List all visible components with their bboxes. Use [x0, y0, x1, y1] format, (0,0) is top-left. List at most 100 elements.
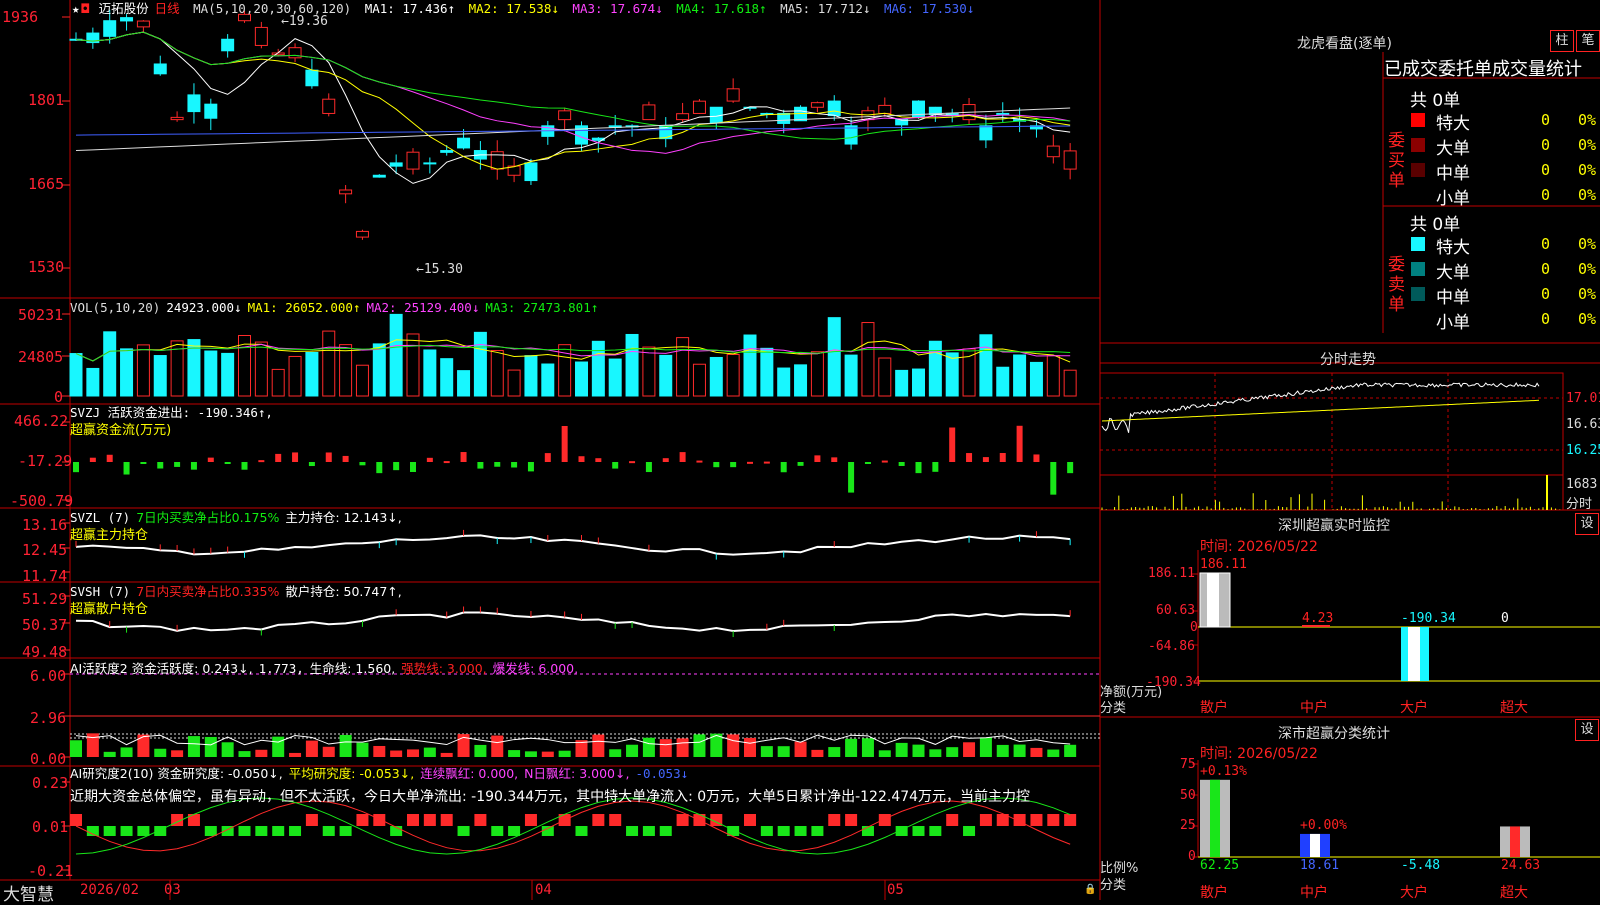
vol-bar-49: [895, 369, 909, 397]
lock-icon[interactable]: 🔒: [1084, 884, 1096, 895]
candle-body-55: [996, 112, 1010, 115]
svzj-bar-32: [612, 462, 619, 469]
date-label-4: 05: [887, 882, 904, 898]
vol-bar-21: [423, 349, 437, 397]
ai1-bar-29: [558, 750, 571, 757]
vol-value: 24923.000↓: [166, 300, 242, 315]
svzj-bar-23: [460, 452, 467, 462]
chart-canvas[interactable]: [0, 0, 1600, 900]
vol-bar-57: [1029, 361, 1043, 397]
svzj-bar-29: [561, 426, 568, 462]
vol-bar-46: [844, 354, 858, 397]
vol-bar-1: [86, 367, 100, 397]
ai2-bar-44: [811, 826, 824, 836]
ai2-bar-0: [70, 814, 82, 826]
ai1-bar-32: [609, 749, 622, 757]
ai2-bar-20: [407, 814, 419, 826]
svzj-bar-58: [1050, 462, 1057, 495]
svsh-line: [75, 611, 1071, 633]
candle-body-8: [204, 103, 218, 119]
tick-mode-button[interactable]: 笔: [1576, 30, 1600, 52]
brand-logo[interactable]: 大智慧: [3, 880, 54, 905]
ai2-bar-53: [963, 826, 976, 836]
svzl-line: [75, 534, 1071, 556]
ai1-bar-47: [861, 738, 874, 757]
ai1-bar-11: [255, 749, 268, 757]
vol-bar-50: [912, 368, 925, 397]
ai1-bar-55: [996, 744, 1009, 757]
candle-body-2: [103, 20, 117, 37]
low-price-label: ←15.30: [416, 262, 463, 277]
sz-settings-button[interactable]: 设: [1575, 513, 1599, 535]
ai1-bar-25: [491, 735, 504, 757]
ai2-bar-40: [744, 814, 756, 826]
vol-bar-48: [878, 357, 892, 397]
ai1-bar-0: [70, 740, 82, 757]
svzl-header: SVZL (7) 7日内买卖净占比0.175% 主力持仓: 12.143↓,: [70, 510, 408, 525]
svzj-bar-55: [999, 452, 1006, 462]
ai1-axis-1: 6.00: [30, 667, 67, 685]
buy-row-0-value: 0: [1541, 111, 1551, 129]
ai2-bar-27: [524, 814, 537, 826]
sell-row-3-value: 0: [1541, 310, 1551, 328]
ai2-bar-25: [491, 826, 504, 836]
svzj-header: SVZJ 活跃资金进出: -190.346↑,: [70, 405, 273, 420]
intraday-axis-1: 17.01: [1566, 391, 1600, 406]
ai1-bar-36: [676, 738, 689, 757]
vol-bar-5: [153, 355, 167, 397]
ai1-bar-14: [305, 740, 318, 757]
intraday-vol-max: 1683: [1566, 477, 1598, 492]
period-label[interactable]: 日线: [155, 1, 180, 16]
candle-body-7: [187, 94, 201, 113]
ai2-bar-16: [339, 826, 352, 836]
svzj-bar-8: [207, 457, 214, 462]
ai1-bar-57: [1030, 747, 1043, 757]
date-label-3: 04: [535, 882, 552, 898]
vol-bar-42: [777, 367, 791, 397]
vol-bar-23: [457, 370, 471, 397]
svzl-axis-1: 13.16: [22, 516, 68, 534]
candle-body-29: [558, 110, 572, 121]
stock-name[interactable]: 迈拓股份: [99, 1, 149, 16]
vol-bar-44: [810, 351, 824, 397]
ai1-bar-40: [744, 737, 756, 757]
sc-value-large: -5.48: [1401, 858, 1441, 873]
candle-body-37: [692, 100, 706, 114]
svzj-bar-28: [544, 453, 551, 462]
sc-axis-4: 0: [1188, 849, 1196, 864]
ai2-bar-21: [423, 814, 436, 826]
kline-axis-1: 1936: [2, 8, 39, 26]
ai2-bar-36: [676, 814, 689, 826]
tab-volume-stats[interactable]: 成交量统计: [1492, 55, 1582, 81]
ai2-bar-22: [440, 814, 453, 826]
sz-cat-retail: 散户: [1200, 700, 1228, 716]
ai1-bar-46: [845, 738, 858, 757]
bar-mode-button[interactable]: 柱: [1550, 30, 1574, 52]
svzl-axis-2: 12.45: [22, 541, 68, 559]
svzj-bar-7: [190, 462, 197, 470]
vol-bar-3: [120, 348, 134, 397]
candle-body-6: [170, 116, 184, 121]
ai1-bar-44: [811, 749, 824, 757]
sc-stats-title: 深市超赢分类统计: [1278, 726, 1390, 742]
ai2-bar-32: [609, 814, 622, 826]
buy-side-label: 委买单: [1388, 131, 1405, 191]
svzj-bar-51: [932, 462, 939, 472]
buy-swatch-2: [1411, 163, 1425, 177]
sc-settings-button[interactable]: 设: [1575, 719, 1599, 741]
sc-bar-mid-hl: [1310, 833, 1320, 857]
sc-axis-2: 50: [1180, 788, 1196, 803]
sc-value-retail: 62.25: [1200, 858, 1240, 873]
vol-bar-58: [1046, 355, 1060, 397]
ai1-bar-56: [1013, 744, 1026, 757]
ai2-bar-17: [356, 814, 369, 826]
tab-traded[interactable]: 已成交: [1384, 55, 1438, 81]
ai1-bar-21: [423, 747, 436, 757]
ai2-bar-42: [777, 826, 790, 836]
favorite-star-icon[interactable]: ★: [72, 1, 80, 16]
svzj-bar-1: [89, 457, 96, 462]
ai2-bar-4: [137, 826, 150, 836]
tab-orders[interactable]: 委托单: [1438, 55, 1492, 81]
vol-bar-16: [339, 344, 353, 397]
ai1-bar-50: [912, 744, 925, 757]
